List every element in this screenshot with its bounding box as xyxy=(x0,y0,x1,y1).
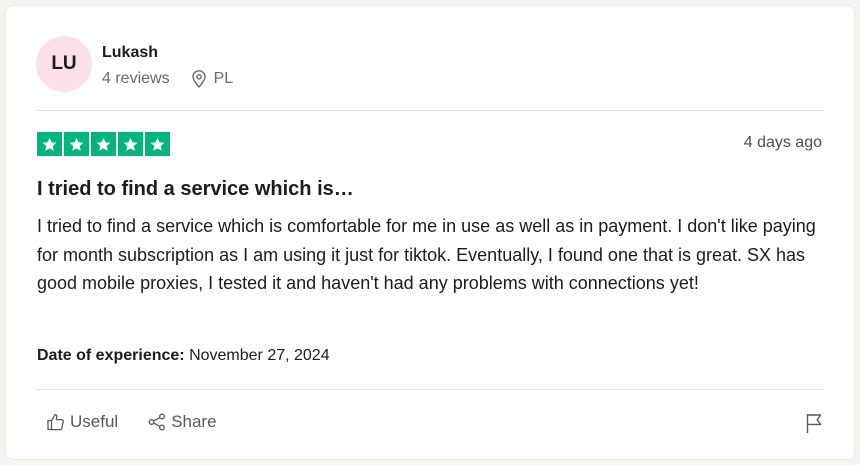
reviewer-name[interactable]: Lukash xyxy=(102,44,158,62)
review-date: 4 days ago xyxy=(743,134,822,151)
review-actions: Useful Share xyxy=(46,412,217,432)
experience-date: November 27, 2024 xyxy=(189,347,330,364)
review-body: I tried to find a service which is comfo… xyxy=(37,216,816,293)
star-icon xyxy=(118,132,143,156)
reviews-count: 4 reviews xyxy=(102,70,170,87)
flag-icon xyxy=(804,412,824,434)
star-rating xyxy=(37,132,170,156)
experience-label: Date of experience: xyxy=(37,347,185,364)
report-button[interactable] xyxy=(804,412,824,434)
thumbs-up-icon xyxy=(46,412,66,432)
reviewer-header: LU Lukash 4 reviews PL xyxy=(36,36,824,100)
share-button[interactable]: Share xyxy=(147,412,217,432)
useful-button[interactable]: Useful xyxy=(46,412,118,432)
review-title[interactable]: I tried to find a service which is… xyxy=(37,178,354,201)
star-icon xyxy=(145,132,170,156)
location-pin-icon xyxy=(191,70,207,88)
star-icon xyxy=(91,132,116,156)
reviewer-meta: 4 reviews PL xyxy=(102,70,233,88)
divider xyxy=(36,110,824,111)
reviewer-country: PL xyxy=(213,70,234,87)
star-icon xyxy=(64,132,89,156)
star-icon xyxy=(37,132,62,156)
useful-label: Useful xyxy=(70,412,119,431)
share-label: Share xyxy=(171,412,217,431)
avatar[interactable]: LU xyxy=(36,36,92,92)
date-of-experience: Date of experience: November 27, 2024 xyxy=(37,347,330,365)
divider xyxy=(36,389,824,390)
review-card: LU Lukash 4 reviews PL 4 days ago I trie… xyxy=(5,5,855,460)
share-icon xyxy=(147,412,167,432)
